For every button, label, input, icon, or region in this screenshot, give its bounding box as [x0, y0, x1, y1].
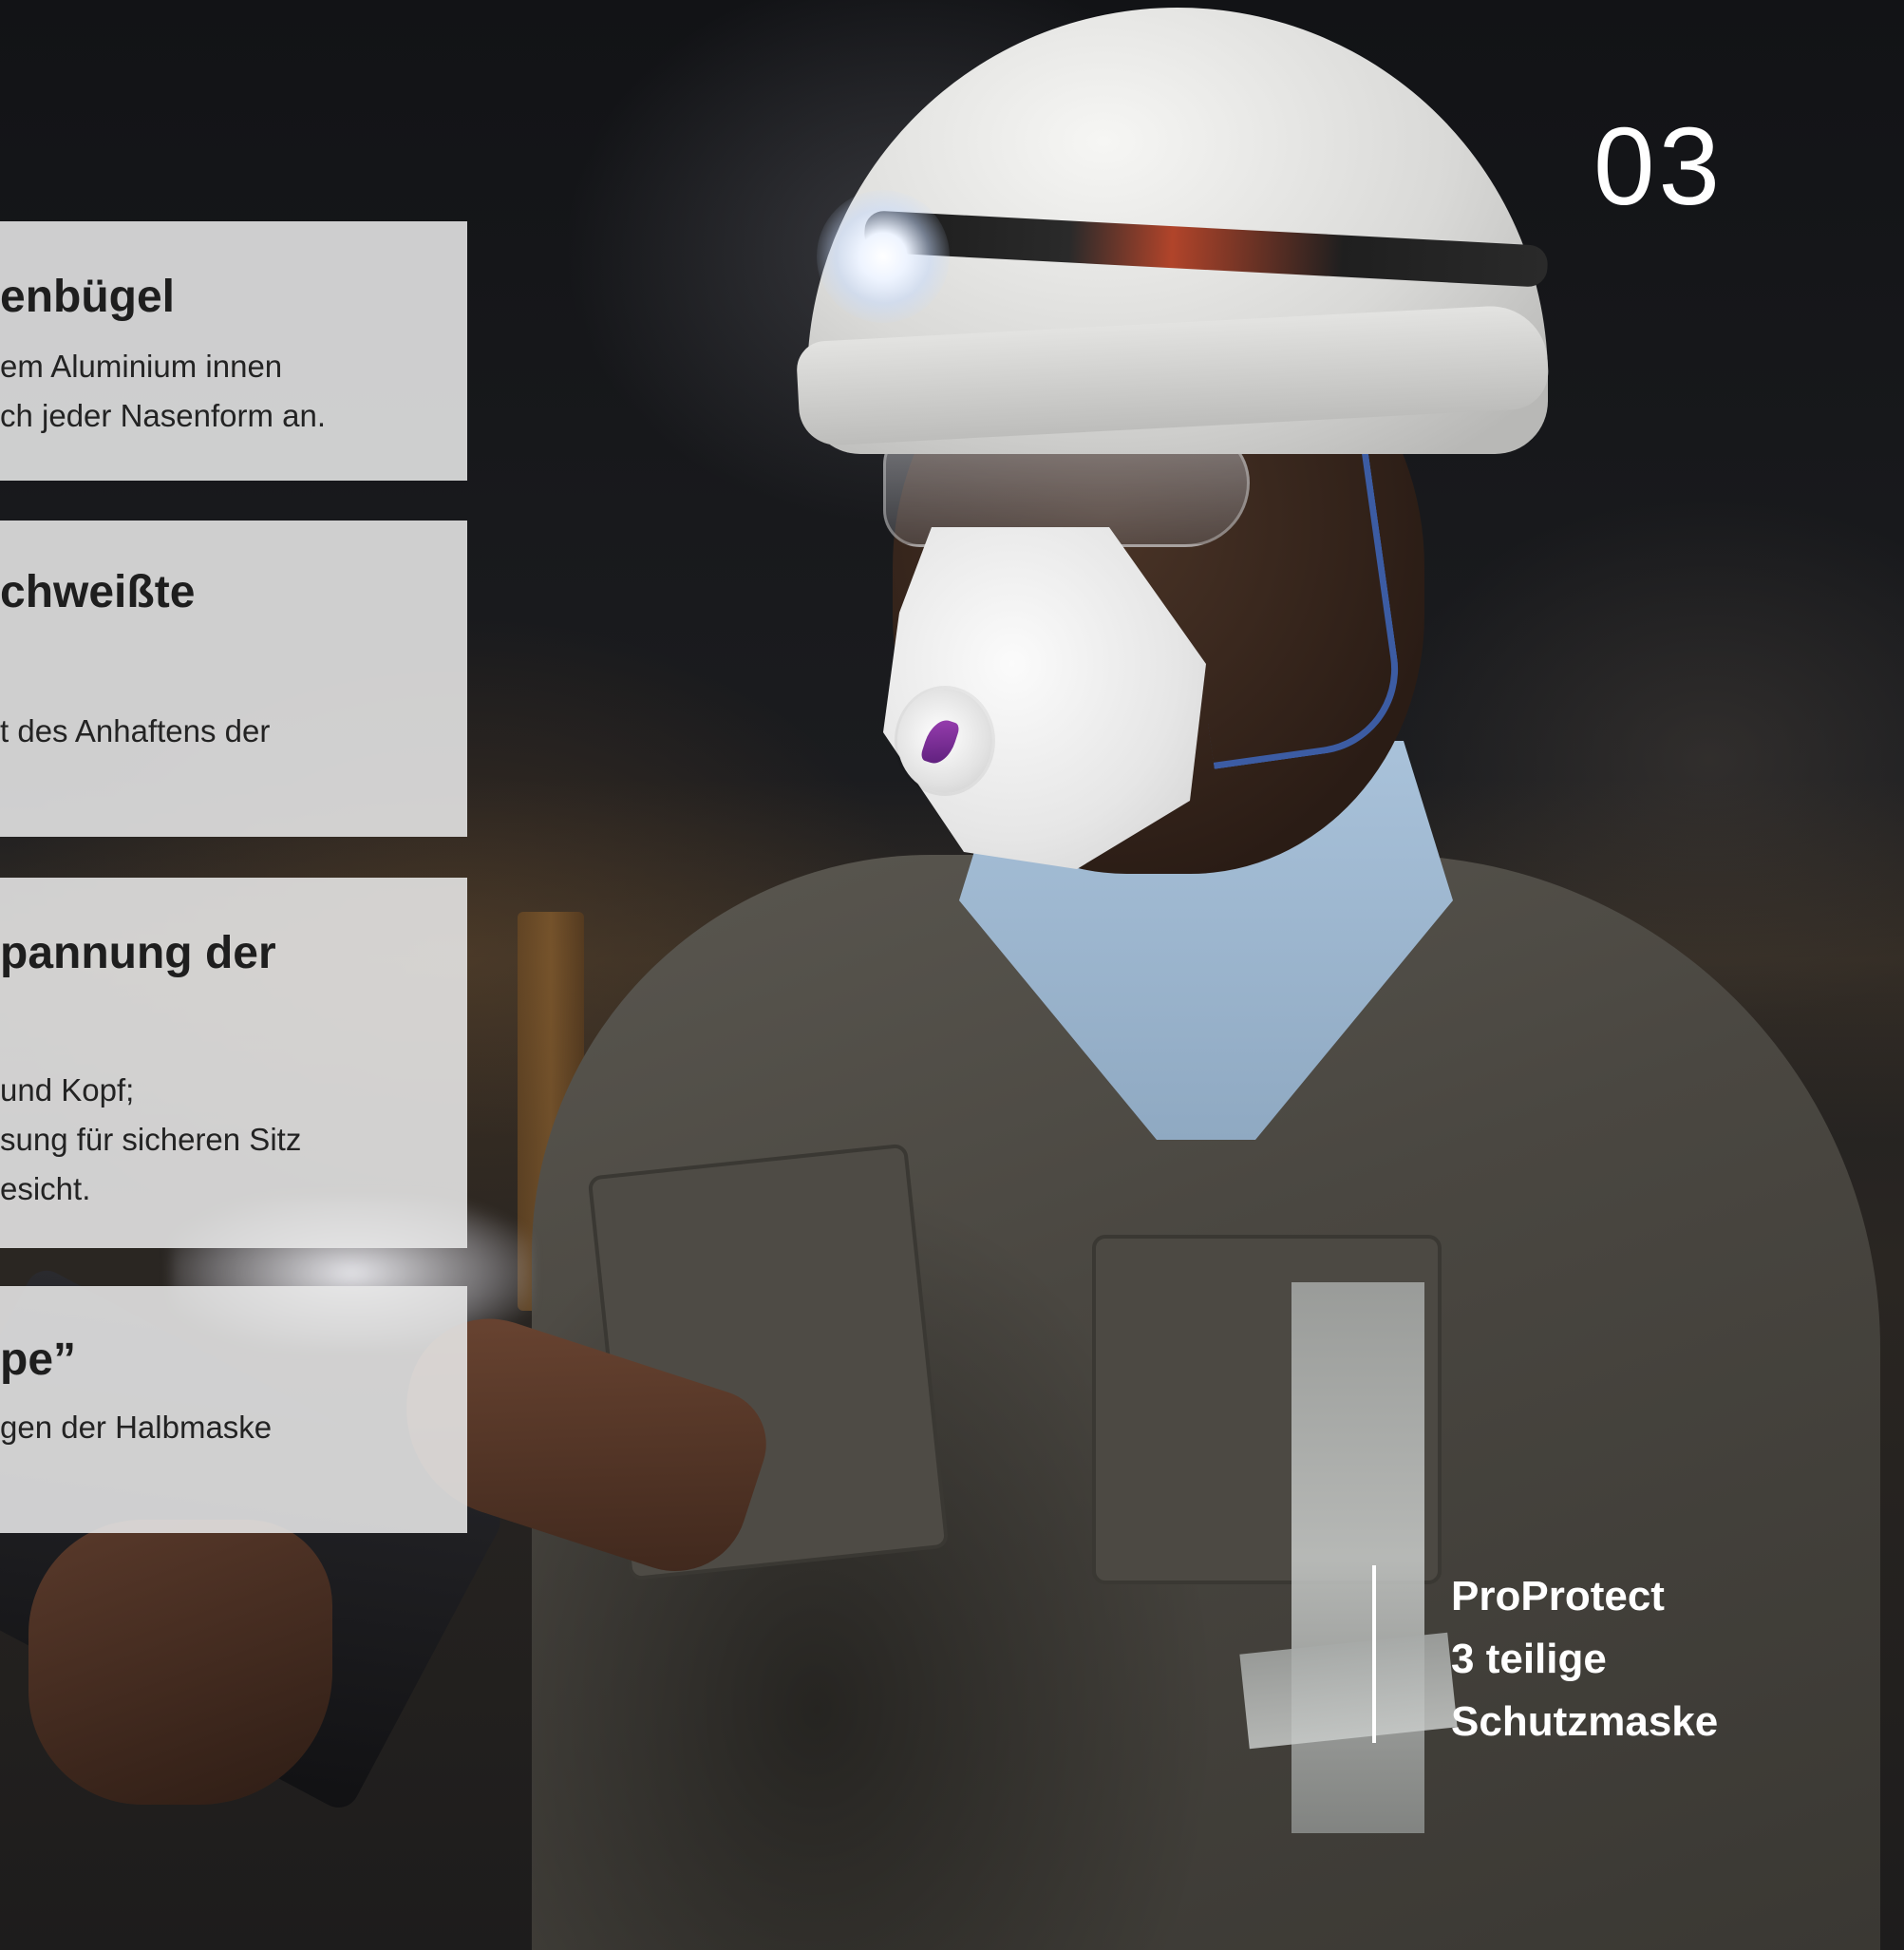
feature-panel-nose-clip: enbügel em Aluminium innen ch jeder Nase…: [0, 221, 467, 481]
feature-text-line: em Aluminium innen: [0, 349, 283, 384]
product-label-line: Schutzmaske: [1451, 1698, 1719, 1745]
feature-text-line: sung für sicheren Sitz: [0, 1122, 302, 1157]
product-label-line: 3 teilige: [1451, 1636, 1607, 1682]
feature-panel-welded: chweißte t des Anhaftens der: [0, 521, 467, 837]
feature-text-line: gen der Halbmaske: [0, 1410, 273, 1445]
feature-text-line: ch jeder Nasenform an.: [0, 398, 327, 433]
worker-hand-left: [28, 1520, 332, 1805]
jacket-reflective-strip: [1291, 1282, 1424, 1833]
feature-text-line: esicht.: [0, 1171, 91, 1206]
page-number: 03: [1593, 104, 1725, 228]
product-label-divider: [1372, 1565, 1376, 1743]
product-label: ProProtect 3 teilige Schutzmaske: [1451, 1565, 1718, 1753]
feature-title: chweißte: [0, 567, 196, 617]
product-label-line: ProProtect: [1451, 1573, 1665, 1619]
feature-panel-tension: pannung der und Kopf; sung für sicheren …: [0, 878, 467, 1248]
feature-title: pannung der: [0, 928, 276, 978]
headlamp-light: [817, 190, 950, 323]
feature-text-line: und Kopf;: [0, 1072, 135, 1108]
feature-text-line: t des Anhaftens der: [0, 713, 271, 748]
feature-title: enbügel: [0, 272, 176, 322]
feature-title: pe”: [0, 1335, 77, 1385]
feature-panel-halfmask: pe” gen der Halbmaske: [0, 1286, 467, 1533]
